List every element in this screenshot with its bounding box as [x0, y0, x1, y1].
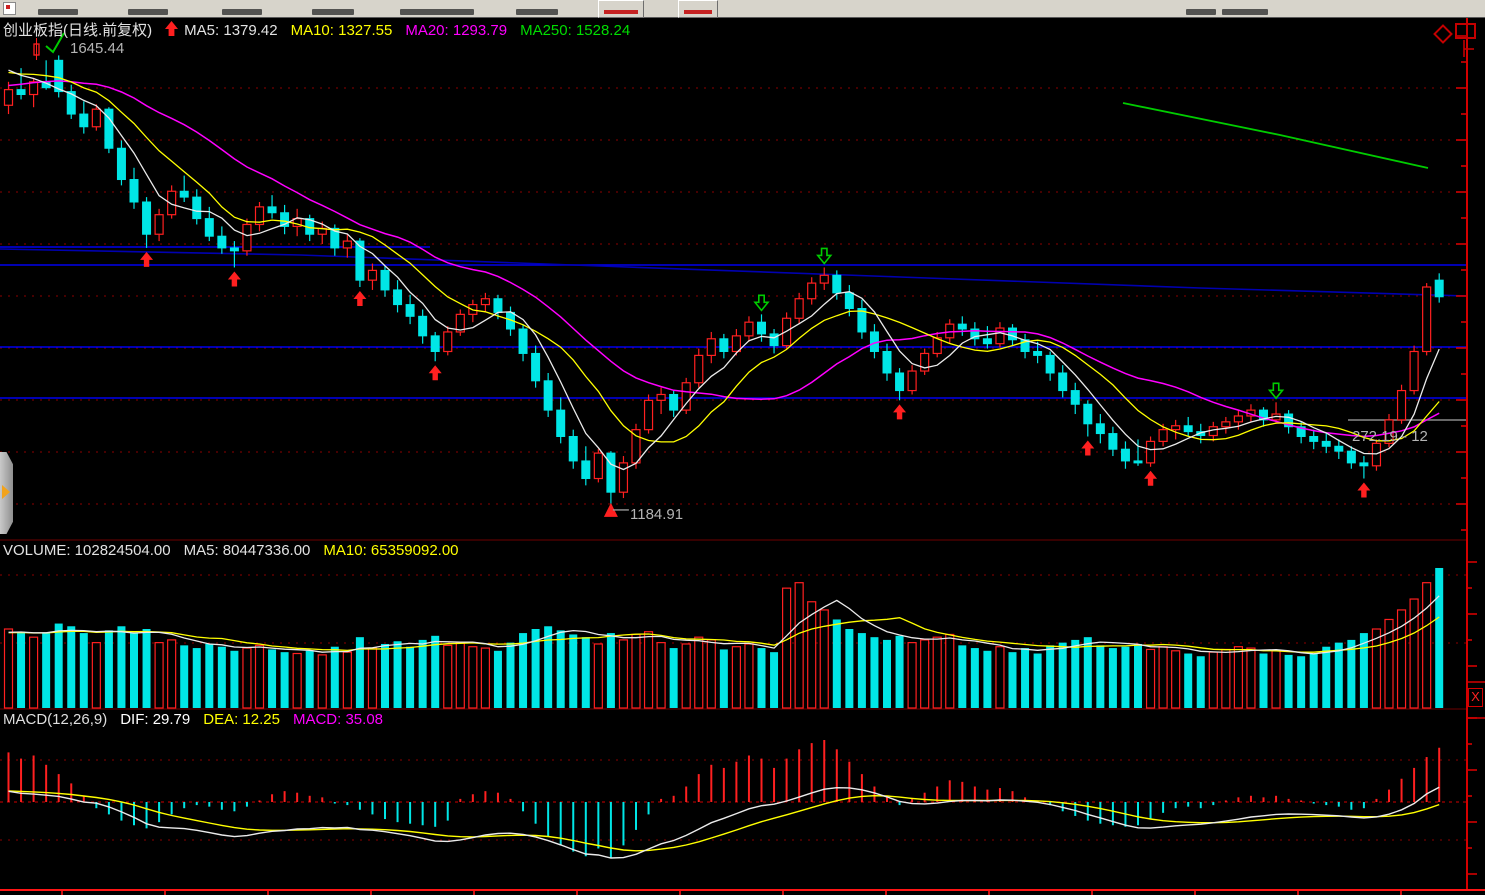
indicator-text: MA250: 1528.24 [520, 22, 630, 39]
macd-pane-header: MACD(12,26,9) DIF: 29.79 DEA: 12.25 MACD: 3… [3, 711, 396, 728]
indicator-text: 创业板指(日线.前复权) [3, 22, 152, 39]
volume-layer [5, 568, 1444, 708]
price-pane-header: 创业板指(日线.前复权) MA5: 1379.42 MA10: 1327.55 MA2… [3, 21, 643, 39]
menu-item[interactable] [38, 9, 78, 15]
expand-arrow-icon [2, 485, 10, 499]
buy-signal-arrow-icon [1357, 483, 1370, 498]
buy-signal-arrow-icon [893, 404, 906, 419]
indicator-text: MACD: 35.08 [293, 711, 383, 728]
high-price-label: 1645.44 [70, 40, 124, 57]
volume-pane-header: VOLUME: 102824504.00 MA5: 80447336.00 MA10… [3, 542, 472, 559]
indicator-text: VOLUME: 102824504.00 [3, 542, 171, 559]
buy-signal-arrow-icon [429, 365, 442, 380]
level-lines-layer [0, 103, 1467, 420]
indicator-text: MA10: 1327.55 [291, 22, 393, 39]
buy-signal-arrow-icon [353, 291, 366, 306]
main-chart-canvas[interactable] [0, 0, 1485, 895]
indicator-text: MA10: 65359092.00 [323, 542, 458, 559]
menu-item[interactable] [516, 9, 558, 15]
indicator-text: DIF: 29.79 [120, 711, 190, 728]
signal-arrows-layer [34, 33, 1370, 517]
indicator-text: MACD(12,26,9) [3, 711, 107, 728]
menu-item[interactable] [222, 9, 262, 15]
sell-signal-arrow-icon [755, 295, 768, 310]
buy-signal-arrow-icon [228, 271, 241, 286]
sell-signal-arrow-icon [818, 248, 831, 263]
up-arrow-icon [165, 21, 178, 37]
low-price-label: 1184.91 [630, 506, 683, 523]
menu-item[interactable] [1222, 9, 1268, 15]
app-icon [3, 2, 16, 15]
indicator-text: DEA: 12.25 [203, 711, 280, 728]
right-price-note: 272.19 - 12 [1352, 428, 1428, 445]
menu-item[interactable] [128, 9, 168, 15]
indicator-text: MA20: 1293.79 [405, 22, 507, 39]
menu-bar [0, 0, 1485, 18]
sell-signal-arrow-icon [1270, 383, 1283, 398]
buy-signal-arrow-icon [1081, 440, 1094, 455]
candles-layer [5, 55, 1444, 504]
buy-signal-arrow-icon [1144, 471, 1157, 486]
menu-item[interactable] [1186, 9, 1216, 15]
menu-item[interactable] [400, 9, 474, 15]
trading-terminal-window: { "menubar": { "items": [ {"x": 38, "w":… [0, 0, 1485, 895]
indicator-text: MA5: 80447336.00 [184, 542, 311, 559]
menu-button-red[interactable] [598, 0, 644, 18]
close-pane-button[interactable]: X [1468, 688, 1483, 707]
menu-button-red[interactable] [678, 0, 718, 18]
sidebar-collapse-handle[interactable] [0, 452, 13, 534]
menu-item[interactable] [312, 9, 354, 15]
indicator-text: MA5: 1379.42 [184, 22, 277, 39]
layout-window-icon[interactable] [1455, 23, 1476, 39]
